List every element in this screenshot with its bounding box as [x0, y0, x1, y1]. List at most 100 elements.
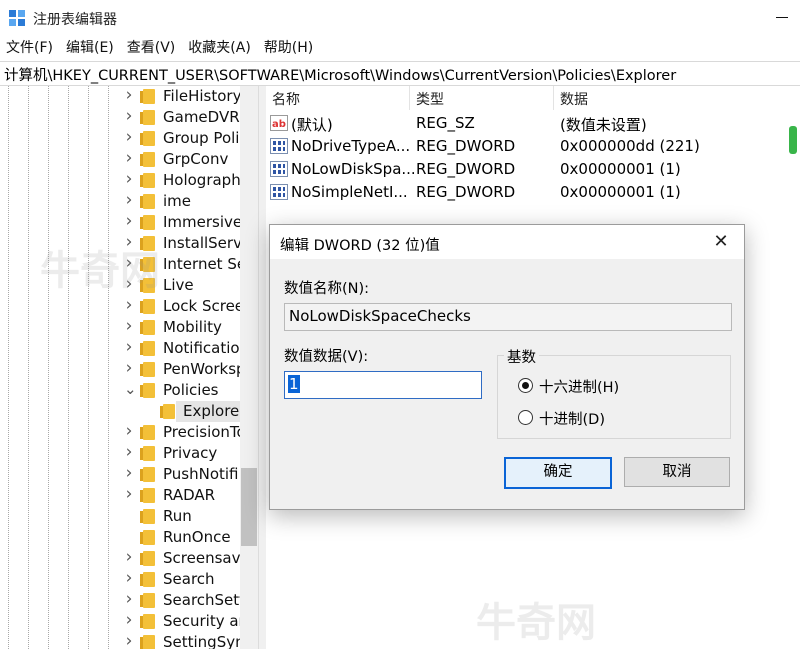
chevron-down-icon[interactable]	[124, 383, 134, 397]
folder-icon	[140, 299, 155, 314]
menu-view[interactable]: 查看(V)	[121, 36, 183, 60]
chevron-right-icon[interactable]	[124, 614, 134, 628]
tree-scrollbar[interactable]	[240, 86, 258, 649]
chevron-right-icon[interactable]	[124, 299, 134, 313]
chevron-right-icon[interactable]	[124, 446, 134, 460]
tree-item[interactable]: GameDVR	[0, 107, 240, 128]
tree-item[interactable]: Internet Se	[0, 254, 246, 275]
tree-item[interactable]: Explorer	[0, 401, 245, 422]
tree-item[interactable]: Policies	[0, 380, 240, 401]
value-row[interactable]: NoLowDiskSpa... REG_DWORD 0x00000001 (1)	[266, 158, 786, 181]
radio-hex-label[interactable]: 十六进制(H)	[539, 376, 619, 397]
radio-decimal-indicator[interactable]	[518, 410, 533, 425]
tree-item[interactable]: Search	[0, 569, 240, 590]
menu-edit[interactable]: 编辑(E)	[60, 36, 121, 60]
address-bar[interactable]: 计算机\HKEY_CURRENT_USER\SOFTWARE\Microsoft…	[0, 61, 800, 86]
radio-decimal[interactable]: 十进制(D)	[518, 408, 718, 428]
tree-scrollbar-thumb[interactable]	[241, 468, 257, 546]
chevron-right-icon[interactable]	[124, 593, 134, 607]
tree-item[interactable]: PenWorksp	[0, 359, 246, 380]
tree-item[interactable]: PushNotifi	[0, 464, 240, 485]
value-row[interactable]: NoDriveTypeA... REG_DWORD 0x000000dd (22…	[266, 135, 786, 158]
radio-hex-indicator[interactable]	[518, 378, 533, 393]
tree-item[interactable]: Notificatio	[0, 338, 240, 359]
radio-hex[interactable]: 十六进制(H)	[518, 376, 718, 396]
base-group-label: 基数	[504, 346, 539, 367]
ok-button[interactable]: 确定	[504, 457, 612, 489]
value-data: 0x00000001 (1)	[560, 183, 681, 201]
tree-item-label: SettingSyn	[163, 633, 245, 649]
tree-item[interactable]: Lock Scree	[0, 296, 244, 317]
tree-item[interactable]: RADAR	[0, 485, 240, 506]
value-name-field: NoLowDiskSpaceChecks	[284, 303, 732, 331]
tree-item[interactable]: Mobility	[0, 317, 240, 338]
value-data-selected-text[interactable]: 1	[288, 375, 300, 393]
menu-file[interactable]: 文件(F)	[0, 36, 60, 60]
chevron-right-icon[interactable]	[124, 488, 134, 502]
dword-value-icon	[270, 138, 288, 154]
chevron-right-icon[interactable]	[124, 320, 134, 334]
chevron-right-icon[interactable]	[124, 173, 134, 187]
chevron-right-icon[interactable]	[124, 341, 134, 355]
column-type[interactable]: 类型	[416, 89, 444, 109]
pane-splitter[interactable]	[258, 86, 266, 649]
value-row[interactable]: NoSimpleNetI... REG_DWORD 0x00000001 (1)	[266, 181, 786, 204]
minimize-button[interactable]	[770, 6, 794, 28]
chevron-right-icon[interactable]	[124, 152, 134, 166]
values-scrollbar[interactable]	[786, 86, 800, 649]
value-data-input[interactable]: 1	[284, 371, 482, 399]
tree-item[interactable]: Group Poli	[0, 128, 240, 149]
tree-item[interactable]: Holograph	[0, 170, 241, 191]
chevron-right-icon[interactable]	[124, 215, 134, 229]
tree-item[interactable]: SettingSyn	[0, 632, 245, 649]
tree-item-label: PushNotifi	[163, 465, 239, 483]
chevron-right-icon[interactable]	[124, 278, 134, 292]
column-name[interactable]: 名称	[272, 89, 300, 109]
address-path[interactable]: 计算机\HKEY_CURRENT_USER\SOFTWARE\Microsoft…	[4, 64, 676, 85]
tree-item[interactable]: RunOnce	[0, 527, 240, 548]
tree-item[interactable]: PrecisionTo	[0, 422, 246, 443]
tree-item[interactable]: Live	[0, 275, 240, 296]
column-separator[interactable]	[409, 86, 410, 110]
value-row[interactable]: ab (默认) REG_SZ (数值未设置)	[266, 112, 786, 135]
tree-item[interactable]: FileHistory	[0, 86, 241, 107]
chevron-right-icon[interactable]	[124, 425, 134, 439]
tree-item-label: Live	[163, 276, 194, 294]
tree-item[interactable]: GrpConv	[0, 149, 240, 170]
menu-favorites[interactable]: 收藏夹(A)	[182, 36, 258, 60]
dialog-title-bar: 编辑 DWORD (32 位)值 ✕	[270, 225, 744, 259]
tree-item[interactable]: SearchSett	[0, 590, 245, 611]
chevron-right-icon[interactable]	[124, 257, 134, 271]
tree-item[interactable]: ime	[0, 191, 240, 212]
folder-icon	[140, 467, 155, 482]
tree-item[interactable]: Privacy	[0, 443, 240, 464]
chevron-right-icon[interactable]	[124, 572, 134, 586]
chevron-right-icon[interactable]	[124, 635, 134, 649]
tree-item[interactable]: Immersive	[0, 212, 242, 233]
close-icon[interactable]: ✕	[712, 233, 730, 251]
tree-item[interactable]: InstallServi	[0, 233, 246, 254]
tree-item[interactable]: Run	[0, 506, 240, 527]
chevron-right-icon[interactable]	[124, 362, 134, 376]
tree-item[interactable]: Screensave	[0, 548, 250, 569]
chevron-right-icon[interactable]	[124, 110, 134, 124]
folder-icon	[160, 404, 175, 419]
column-data[interactable]: 数据	[560, 89, 588, 109]
menu-help[interactable]: 帮助(H)	[258, 36, 320, 60]
tree-item[interactable]: Security ar	[0, 611, 245, 632]
title-bar: 注册表编辑器	[0, 0, 800, 36]
chevron-right-icon[interactable]	[124, 194, 134, 208]
value-type: REG_SZ	[416, 114, 475, 132]
tree-item-label: Search	[163, 570, 215, 588]
chevron-right-icon[interactable]	[124, 89, 134, 103]
column-separator[interactable]	[553, 86, 554, 110]
chevron-right-icon[interactable]	[124, 551, 134, 565]
value-data: 0x00000001 (1)	[560, 160, 681, 178]
chevron-right-icon[interactable]	[124, 131, 134, 145]
folder-icon	[140, 257, 155, 272]
chevron-right-icon[interactable]	[124, 467, 134, 481]
values-scrollbar-thumb[interactable]	[789, 126, 797, 154]
chevron-right-icon[interactable]	[124, 236, 134, 250]
cancel-button[interactable]: 取消	[624, 457, 730, 487]
radio-decimal-label[interactable]: 十进制(D)	[539, 408, 605, 429]
